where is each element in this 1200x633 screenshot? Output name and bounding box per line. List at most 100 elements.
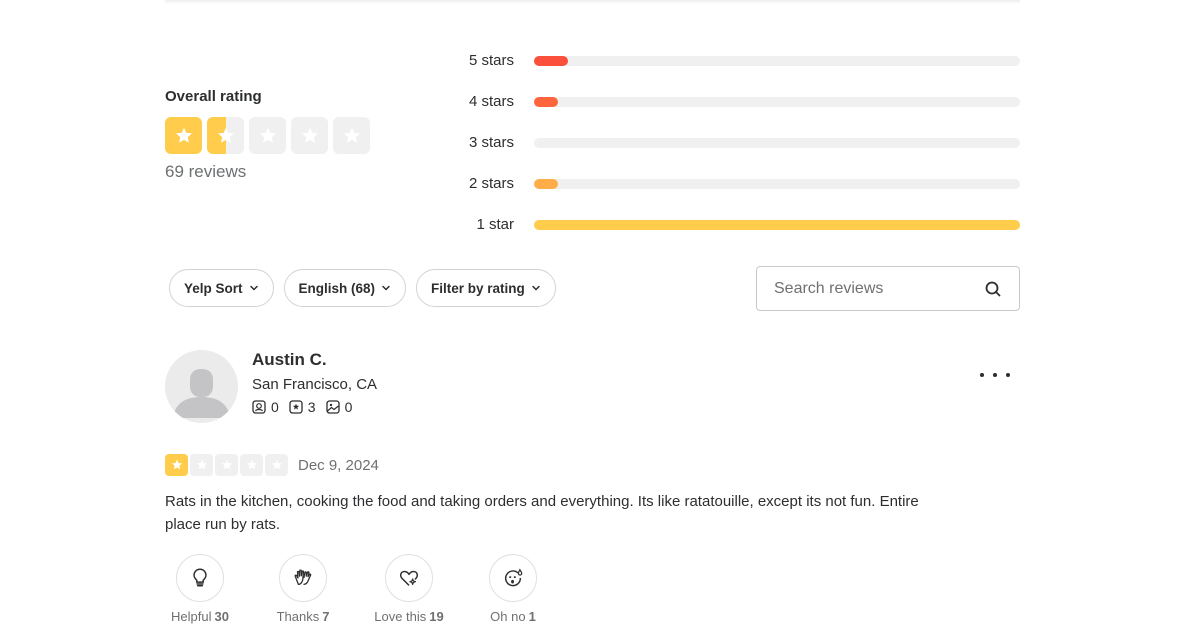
- search-reviews-box: [756, 266, 1020, 311]
- avatar[interactable]: [165, 350, 238, 423]
- filter-by-rating-label: Filter by rating: [431, 280, 525, 296]
- reaction-helpful-button[interactable]: [176, 554, 224, 602]
- reaction-label-text: Thanks: [276, 609, 320, 624]
- reviews-count: 3: [307, 399, 316, 415]
- review-star: [165, 454, 188, 476]
- review-star: [240, 454, 263, 476]
- distribution-track: [534, 219, 1020, 230]
- user-name[interactable]: Austin C.: [252, 350, 377, 370]
- reaction-oh-no-button[interactable]: [489, 554, 537, 602]
- distribution-label: 2 stars: [468, 175, 514, 192]
- heart-sparkle-icon: [399, 570, 419, 586]
- distribution-fill: [534, 96, 559, 107]
- reaction-love-this[interactable]: Love this 19: [364, 554, 454, 624]
- distribution-label: 1 star: [476, 216, 514, 233]
- review-rating-line: Dec 9, 2024: [165, 454, 379, 476]
- reaction-label-text: Helpful: [171, 609, 212, 624]
- distribution-label: 3 stars: [468, 134, 514, 151]
- distribution-row-3[interactable]: 3 stars: [440, 122, 1020, 163]
- photos-count: 0: [344, 399, 353, 415]
- star-icon: [271, 459, 282, 470]
- reviews-stat: 3: [289, 399, 316, 415]
- distribution-track: [534, 96, 1020, 107]
- user-info: Austin C. San Francisco, CA 0 3 0: [252, 350, 377, 415]
- language-dropdown[interactable]: English (68): [283, 269, 407, 307]
- reaction-count: 30: [214, 609, 229, 624]
- review-filters: Yelp Sort English (68) Filter by rating: [169, 269, 556, 307]
- distribution-fill: [534, 178, 559, 189]
- chevron-down-icon: [382, 285, 390, 291]
- star-icon: [196, 459, 207, 470]
- overall-rating-title: Overall rating: [165, 88, 262, 105]
- more-options-dot: [1006, 373, 1010, 377]
- review-star: [190, 454, 213, 476]
- review-count: 69 reviews: [165, 162, 247, 181]
- user-location: San Francisco, CA: [252, 376, 378, 393]
- filter-by-rating-dropdown[interactable]: Filter by rating: [416, 269, 556, 307]
- friends-count: 0: [271, 399, 279, 415]
- review-star: [215, 454, 238, 476]
- overall-star: [333, 117, 370, 154]
- distribution-row-5[interactable]: 5 stars: [440, 40, 1020, 81]
- reaction-oh-no-label: Oh no 1: [490, 609, 536, 624]
- reaction-love-this-label: Love this 19: [374, 609, 444, 624]
- more-options-button[interactable]: [980, 366, 1010, 384]
- reaction-helpful-label: Helpful 30: [171, 609, 229, 624]
- distribution-row-2[interactable]: 2 stars: [440, 163, 1020, 204]
- sort-dropdown[interactable]: Yelp Sort: [169, 269, 274, 307]
- high-five-icon: [294, 569, 312, 586]
- chevron-down-icon: [532, 285, 540, 291]
- overall-rating-section: Overall rating 69 reviews: [165, 88, 370, 182]
- overall-star-rating: [165, 117, 370, 154]
- reaction-love-this-button[interactable]: [385, 554, 433, 602]
- distribution-row-4[interactable]: 4 stars: [440, 81, 1020, 122]
- distribution-track: [534, 178, 1020, 189]
- distribution-label: 5 stars: [468, 52, 514, 69]
- search-icon[interactable]: [984, 280, 1002, 298]
- overall-star: [207, 117, 244, 154]
- photos-stat: 0: [325, 399, 353, 415]
- friends-icon: [252, 400, 266, 414]
- reaction-oh-no[interactable]: Oh no 1: [478, 554, 548, 624]
- review-star-rating: [165, 454, 288, 476]
- more-options-icon: [980, 373, 984, 377]
- overall-star: [249, 117, 286, 154]
- overall-star: [291, 117, 328, 154]
- distribution-row-1[interactable]: 1 star: [440, 204, 1020, 245]
- more-options-dot: [993, 373, 997, 377]
- reaction-count: 7: [322, 609, 330, 624]
- star-icon: [259, 127, 276, 143]
- distribution-track: [534, 137, 1020, 148]
- distribution-fill: [534, 55, 569, 66]
- reaction-helpful[interactable]: Helpful 30: [165, 554, 235, 624]
- reaction-thanks-button[interactable]: [279, 554, 327, 602]
- reaction-count: 19: [429, 609, 444, 624]
- search-reviews-input[interactable]: [774, 279, 984, 298]
- friends-stat: 0: [252, 399, 279, 415]
- distribution-track: [534, 55, 1020, 66]
- star-icon: [217, 127, 234, 143]
- star-icon: [171, 459, 182, 470]
- star-icon: [221, 459, 232, 470]
- distribution-label: 4 stars: [468, 93, 514, 110]
- sort-dropdown-label: Yelp Sort: [184, 280, 243, 296]
- rating-distribution: 5 stars 4 stars 3 stars 2 stars 1 star: [440, 40, 1020, 245]
- reviews-icon: [289, 400, 303, 414]
- reaction-thanks[interactable]: Thanks 7: [268, 554, 338, 624]
- oh-no-face-icon: [504, 568, 523, 587]
- distribution-fill: [534, 219, 1020, 230]
- default-user-icon: [173, 369, 230, 418]
- language-dropdown-label: English (68): [298, 280, 376, 296]
- lightbulb-icon: [193, 568, 207, 587]
- star-icon: [343, 127, 360, 143]
- photos-icon: [325, 400, 340, 414]
- star-icon: [246, 459, 257, 470]
- user-stats: 0 3 0: [252, 399, 377, 415]
- review-text: Rats in the kitchen, cooking the food an…: [165, 493, 919, 533]
- reaction-label-text: Love this: [374, 609, 427, 624]
- reaction-label-text: Oh no: [490, 609, 526, 624]
- chevron-down-icon: [249, 285, 258, 291]
- review-date: Dec 9, 2024: [298, 456, 379, 474]
- reaction-thanks-label: Thanks 7: [277, 609, 330, 624]
- reaction-count: 1: [528, 609, 536, 624]
